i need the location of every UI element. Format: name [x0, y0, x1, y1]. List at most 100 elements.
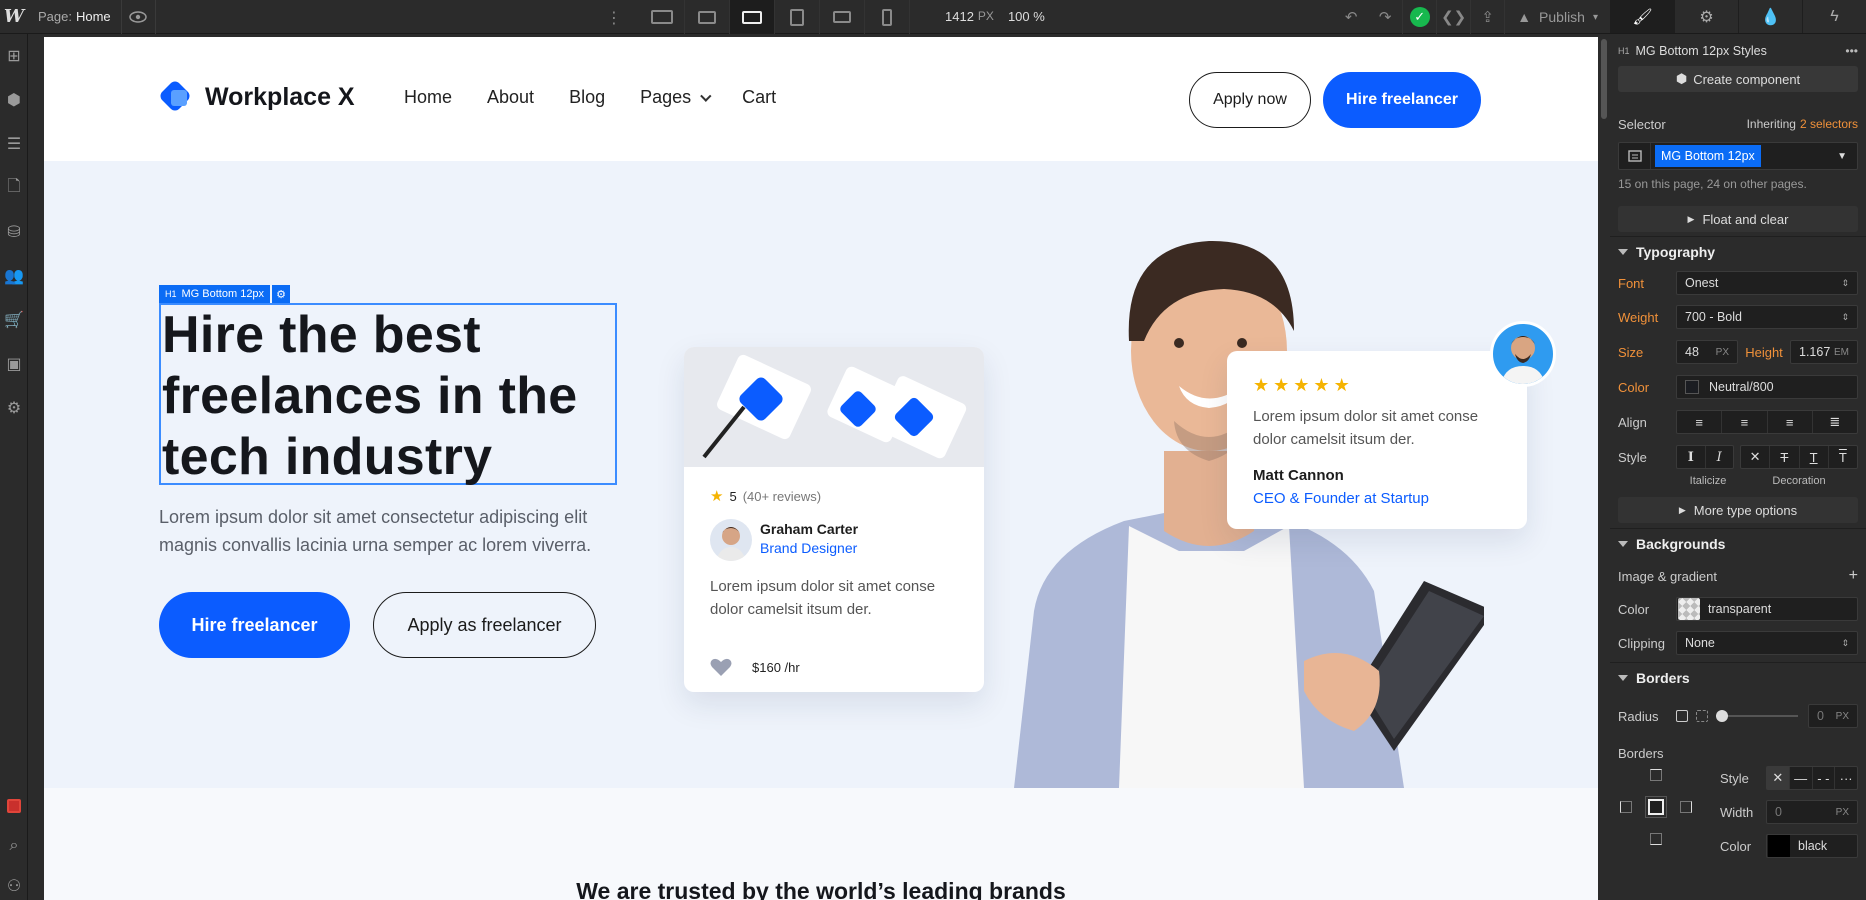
more-horizontal-icon[interactable]: ••• [1845, 44, 1858, 58]
testimonial-card[interactable]: ★ ★ ★ ★ ★ Lorem ipsum dolor sit amet con… [1227, 351, 1527, 529]
more-vertical-icon[interactable]: ⋮ [606, 8, 622, 28]
cms-database-icon[interactable]: ⛁ [0, 210, 28, 254]
align-right-icon[interactable]: ≡ [1768, 411, 1813, 433]
border-right-icon[interactable] [1680, 801, 1692, 813]
canvas-scrollbar[interactable] [1598, 37, 1610, 900]
add-icon[interactable]: ⊞ [0, 34, 28, 78]
clipping-select[interactable]: None ⇕ [1676, 631, 1858, 655]
border-color-swatch[interactable] [1768, 835, 1790, 857]
radius-slider[interactable] [1716, 710, 1798, 722]
hire-freelancer-nav-button[interactable]: Hire freelancer [1323, 72, 1481, 128]
apply-freelancer-button[interactable]: Apply as freelancer [373, 592, 596, 658]
navigator-icon[interactable]: ☰ [0, 122, 28, 166]
borders-section-header[interactable]: Borders [1610, 662, 1866, 692]
border-all-icon[interactable] [1645, 796, 1667, 818]
preview-eye-icon[interactable] [122, 0, 156, 34]
interactions-drops-icon[interactable]: 💧 [1738, 0, 1802, 33]
decoration-none-icon[interactable]: ✕ [1741, 446, 1771, 468]
italic-icon[interactable]: I [1706, 446, 1734, 468]
size-unit[interactable]: PX [1716, 347, 1729, 358]
search-icon[interactable]: ⌕ [0, 824, 28, 868]
page-selector[interactable]: Page: Home [28, 0, 122, 34]
users-icon[interactable]: 👥 [0, 254, 28, 298]
border-width-input[interactable]: 0 PX [1766, 800, 1858, 824]
color-field[interactable]: Neutral/800 [1676, 375, 1858, 399]
selector-chip[interactable]: MG Bottom 12px [1655, 145, 1761, 167]
overline-icon[interactable]: T [1829, 446, 1857, 468]
components-cube-icon[interactable]: ⬢ [0, 78, 28, 122]
selection-gear-icon[interactable]: ⚙ [272, 285, 291, 303]
border-color-field[interactable]: black [1766, 834, 1858, 858]
align-justify-icon[interactable]: ≣ [1813, 411, 1857, 433]
typography-section-header[interactable]: Typography [1610, 236, 1866, 266]
export-icon[interactable]: ⇪ [1470, 0, 1504, 34]
redo-icon[interactable]: ↷ [1368, 0, 1402, 34]
radius-input[interactable]: 0 PX [1808, 704, 1858, 728]
align-left-icon[interactable]: ≡ [1677, 411, 1723, 433]
more-type-options-button[interactable]: ▶ More type options [1618, 497, 1858, 523]
chevron-down-icon[interactable]: ▼ [1837, 151, 1847, 162]
nav-blog[interactable]: Blog [569, 87, 605, 108]
freelancer-card[interactable]: ★ 5 (40+ reviews) Graham Carter Brand De… [684, 347, 984, 692]
lightning-icon[interactable]: ϟ [1802, 0, 1866, 33]
transparent-swatch[interactable] [1678, 598, 1700, 620]
ecommerce-cart-icon[interactable]: 🛒 [0, 298, 28, 342]
radius-individual-icon[interactable] [1696, 710, 1708, 722]
slider-handle[interactable] [1716, 710, 1728, 722]
border-dotted-icon[interactable]: ··· [1835, 767, 1857, 789]
selection-tag[interactable]: H1 MG Bottom 12px ⚙ [159, 285, 291, 303]
apply-now-button[interactable]: Apply now [1189, 72, 1311, 128]
breakpoint-portrait-icon[interactable] [865, 0, 910, 34]
style-brush-icon[interactable]: 🖌 [1610, 0, 1674, 33]
nav-cart[interactable]: Cart [742, 87, 776, 108]
breakpoint-xl-icon[interactable] [685, 0, 730, 34]
italic-off-icon[interactable]: I [1677, 446, 1706, 468]
hero-paragraph[interactable]: Lorem ipsum dolor sit amet consectetur a… [159, 503, 619, 559]
strikethrough-icon[interactable]: T [1770, 446, 1800, 468]
pages-icon[interactable]: 🗋 [0, 166, 28, 210]
breakpoint-xxl-icon[interactable] [640, 0, 685, 34]
font-select[interactable]: Onest ⇕ [1676, 271, 1858, 295]
backgrounds-section-header[interactable]: Backgrounds [1610, 528, 1866, 558]
hero-headline[interactable]: Hire the best freelances in the tech ind… [162, 305, 614, 488]
canvas[interactable]: Workplace X Home About Blog Pages Cart A… [44, 37, 1598, 900]
heart-icon[interactable] [710, 657, 732, 682]
webflow-logo[interactable]: W [0, 0, 28, 34]
border-none-icon[interactable]: ✕ [1767, 767, 1790, 789]
code-icon[interactable]: ❮❯ [1436, 0, 1470, 34]
publish-button[interactable]: ▲ Publish ▾ [1504, 0, 1610, 34]
audit-status[interactable]: ✓ [1402, 0, 1436, 34]
align-center-icon[interactable]: ≡ [1722, 411, 1768, 433]
color-swatch[interactable] [1685, 380, 1699, 394]
settings-gear-icon[interactable]: ⚙ [1674, 0, 1738, 33]
trusted-heading[interactable]: We are trusted by the world’s leading br… [44, 878, 1598, 900]
breakpoint-landscape-icon[interactable] [820, 0, 865, 34]
border-left-icon[interactable] [1620, 801, 1632, 813]
breakpoint-desktop-icon[interactable] [730, 0, 775, 34]
height-unit[interactable]: EM [1834, 347, 1849, 358]
height-input[interactable]: 1.167 EM [1790, 340, 1858, 364]
radius-all-icon[interactable] [1676, 710, 1688, 722]
nav-home[interactable]: Home [404, 87, 452, 108]
border-solid-icon[interactable]: — [1790, 767, 1813, 789]
brand[interactable]: Workplace X [158, 79, 355, 114]
breakpoint-tablet-icon[interactable] [775, 0, 820, 34]
underline-icon[interactable]: T [1800, 446, 1829, 468]
weight-select[interactable]: 700 - Bold ⇕ [1676, 305, 1858, 329]
float-clear-button[interactable]: ▶ Float and clear [1618, 206, 1858, 232]
record-icon[interactable] [0, 784, 28, 828]
border-top-icon[interactable] [1650, 769, 1662, 781]
size-input[interactable]: 48 PX [1676, 340, 1738, 364]
settings-icon[interactable]: ⚙ [0, 386, 28, 430]
inheriting-count[interactable]: 2 selectors [1800, 117, 1858, 131]
add-icon[interactable]: + [1849, 567, 1858, 585]
border-bottom-icon[interactable] [1650, 833, 1662, 845]
nav-about[interactable]: About [487, 87, 534, 108]
bg-color-field[interactable]: transparent [1676, 597, 1858, 621]
undo-icon[interactable]: ↶ [1334, 0, 1368, 34]
zoom-level[interactable]: 100 % [1008, 9, 1045, 24]
create-component-button[interactable]: ⬢ Create component [1618, 66, 1858, 92]
nav-pages-dropdown[interactable]: Pages [640, 87, 712, 108]
border-width-unit[interactable]: PX [1836, 807, 1849, 818]
hire-freelancer-button[interactable]: Hire freelancer [159, 592, 350, 658]
